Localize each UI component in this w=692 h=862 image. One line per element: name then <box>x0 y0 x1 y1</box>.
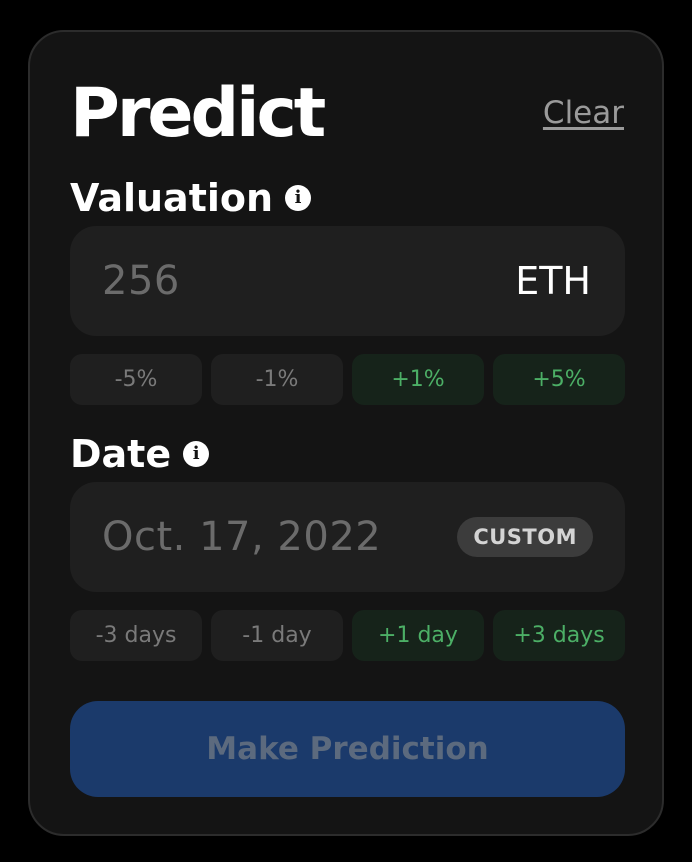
make-prediction-button[interactable]: Make Prediction <box>70 701 625 797</box>
date-label-row: Date i <box>70 432 210 476</box>
valuation-label-row: Valuation i <box>70 176 312 220</box>
date-input[interactable]: Oct. 17, 2022 CUSTOM <box>70 482 625 592</box>
date-adjustments: -3 days -1 day +1 day +3 days <box>70 610 625 661</box>
date-info-icon[interactable]: i <box>183 441 210 467</box>
valuation-unit: ETH <box>515 259 591 303</box>
clear-link[interactable]: Clear <box>543 94 624 132</box>
valuation-plus-5-button[interactable]: +5% <box>493 354 625 405</box>
date-label: Date <box>70 432 172 476</box>
valuation-label: Valuation <box>70 176 274 220</box>
date-minus-1-day-button[interactable]: -1 day <box>211 610 343 661</box>
date-minus-3-days-button[interactable]: -3 days <box>70 610 202 661</box>
valuation-value: 256 <box>102 258 180 304</box>
date-plus-1-day-button[interactable]: +1 day <box>352 610 484 661</box>
valuation-info-icon[interactable]: i <box>285 185 312 211</box>
date-plus-3-days-button[interactable]: +3 days <box>493 610 625 661</box>
valuation-adjustments: -5% -1% +1% +5% <box>70 354 625 405</box>
custom-badge[interactable]: CUSTOM <box>457 517 593 557</box>
valuation-plus-1-button[interactable]: +1% <box>352 354 484 405</box>
valuation-minus-1-button[interactable]: -1% <box>211 354 343 405</box>
date-value: Oct. 17, 2022 <box>102 514 382 560</box>
valuation-input[interactable]: 256 ETH <box>70 226 625 336</box>
page-title: Predict <box>70 74 326 153</box>
valuation-minus-5-button[interactable]: -5% <box>70 354 202 405</box>
